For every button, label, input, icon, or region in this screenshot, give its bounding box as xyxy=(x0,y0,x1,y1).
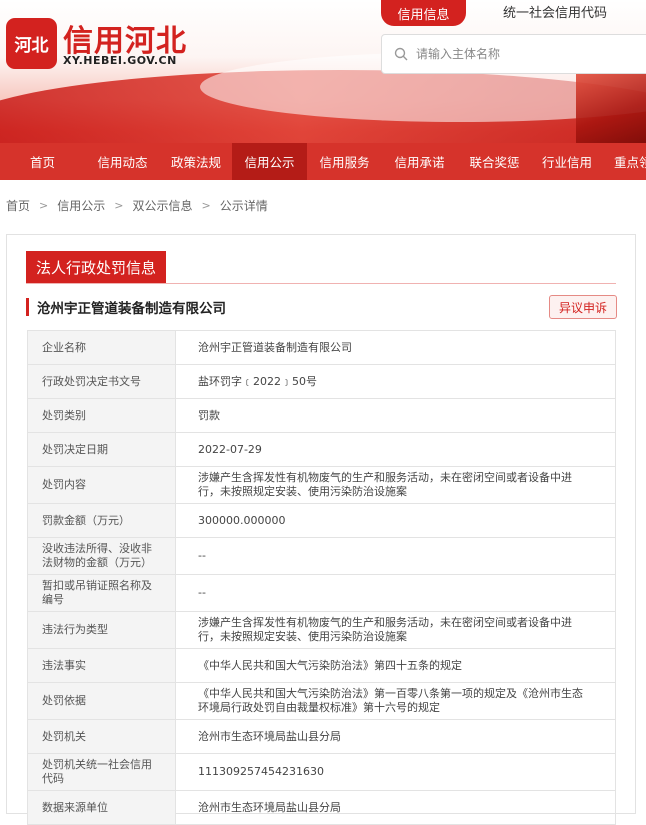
breadcrumb: 首页 > 信用公示 > 双公示信息 > 公示详情 xyxy=(6,197,268,214)
row-key: 数据来源单位 xyxy=(27,790,176,825)
section-divider xyxy=(26,283,616,284)
tab-unified-code[interactable]: 统一社会信用代码 xyxy=(503,2,607,21)
row-value: 盐环罚字﹝2022﹞50号 xyxy=(175,364,616,399)
chevron-right-icon: > xyxy=(114,199,124,212)
row-value: 涉嫌产生含挥发性有机物废气的生产和服务活动，未在密闭空间或者设备中进行，未按照规… xyxy=(175,611,616,649)
row-value: 涉嫌产生含挥发性有机物废气的生产和服务活动，未在密闭空间或者设备中进行，未按照规… xyxy=(175,466,616,504)
chevron-right-icon: > xyxy=(39,199,49,212)
row-value: 沧州市生态环境局盐山县分局 xyxy=(175,719,616,754)
site-logo-icon[interactable]: 河北 xyxy=(6,18,57,69)
table-row: 数据来源单位 沧州市生态环境局盐山县分局 xyxy=(27,790,616,825)
detail-card: 法人行政处罚信息 沧州宇正管道装备制造有限公司 异议申诉 企业名称 沧州宇正管道… xyxy=(6,234,636,825)
site-header: 河北 信用河北 XY.HEBEI.GOV.CN 信用信息 统一社会信用代码 xyxy=(0,0,646,143)
nav-item-industry-credit[interactable]: 行业信用 xyxy=(532,143,602,180)
row-value: 沧州宇正管道装备制造有限公司 xyxy=(175,330,616,365)
row-value: 沧州市生态环境局盐山县分局 xyxy=(175,790,616,825)
row-value: 罚款 xyxy=(175,398,616,433)
row-value: 《中华人民共和国大气污染防治法》第一百零八条第一项的规定及《沧州市生态环境局行政… xyxy=(175,682,616,720)
nav-item-home[interactable]: 首页 xyxy=(0,143,85,180)
search-box xyxy=(381,34,646,74)
table-row: 处罚机关统一社会信用代码 111309257454231630 xyxy=(27,753,616,791)
row-value: 《中华人民共和国大气污染防治法》第四十五条的规定 xyxy=(175,648,616,683)
table-row: 罚款金额（万元） 300000.000000 xyxy=(27,503,616,538)
table-row: 暂扣或吊销证照名称及编号 -- xyxy=(27,574,616,612)
table-row: 行政处罚决定书文号 盐环罚字﹝2022﹞50号 xyxy=(27,364,616,399)
table-row: 处罚决定日期 2022-07-29 xyxy=(27,432,616,467)
section-title: 法人行政处罚信息 xyxy=(26,251,167,283)
row-value: 2022-07-29 xyxy=(175,432,616,467)
company-name: 沧州宇正管道装备制造有限公司 xyxy=(26,298,226,317)
row-key: 企业名称 xyxy=(27,330,176,365)
header-banner-figures xyxy=(576,68,646,143)
table-row: 处罚内容 涉嫌产生含挥发性有机物废气的生产和服务活动，未在密闭空间或者设备中进行… xyxy=(27,466,616,504)
table-row: 企业名称 沧州宇正管道装备制造有限公司 xyxy=(27,330,616,365)
table-row: 没收违法所得、没收非法财物的金额（万元） -- xyxy=(27,537,616,575)
table-row: 违法行为类型 涉嫌产生含挥发性有机物废气的生产和服务活动，未在密闭空间或者设备中… xyxy=(27,611,616,649)
table-row: 处罚依据 《中华人民共和国大气污染防治法》第一百零八条第一项的规定及《沧州市生态… xyxy=(27,682,616,720)
nav-item-credit-publicity[interactable]: 信用公示 xyxy=(232,143,307,180)
row-key: 违法行为类型 xyxy=(27,611,176,649)
chevron-right-icon: > xyxy=(201,199,211,212)
penalty-detail-table: 企业名称 沧州宇正管道装备制造有限公司 行政处罚决定书文号 盐环罚字﹝2022﹞… xyxy=(27,330,616,825)
row-value: -- xyxy=(175,574,616,612)
table-row: 处罚类别 罚款 xyxy=(27,398,616,433)
table-row: 处罚机关 沧州市生态环境局盐山县分局 xyxy=(27,719,616,754)
main-nav: 首页 信用动态 政策法规 信用公示 信用服务 信用承诺 联合奖惩 行业信用 重点… xyxy=(0,143,646,180)
row-key: 处罚机关统一社会信用代码 xyxy=(27,753,176,791)
breadcrumb-home[interactable]: 首页 xyxy=(6,197,30,214)
row-key: 处罚决定日期 xyxy=(27,432,176,467)
row-value: 300000.000000 xyxy=(175,503,616,538)
row-key: 违法事实 xyxy=(27,648,176,683)
row-key: 处罚依据 xyxy=(27,682,176,720)
nav-item-key-areas[interactable]: 重点领 xyxy=(602,143,646,180)
breadcrumb-double-publicity[interactable]: 双公示信息 xyxy=(132,197,192,214)
table-row: 违法事实 《中华人民共和国大气污染防治法》第四十五条的规定 xyxy=(27,648,616,683)
row-key: 处罚内容 xyxy=(27,466,176,504)
objection-button[interactable]: 异议申诉 xyxy=(549,295,617,319)
tab-credit-info[interactable]: 信用信息 xyxy=(381,0,466,26)
row-key: 暂扣或吊销证照名称及编号 xyxy=(27,574,176,612)
nav-item-credit-promise[interactable]: 信用承诺 xyxy=(382,143,457,180)
nav-item-credit-service[interactable]: 信用服务 xyxy=(307,143,382,180)
row-key: 处罚类别 xyxy=(27,398,176,433)
row-key: 罚款金额（万元） xyxy=(27,503,176,538)
row-key: 没收违法所得、没收非法财物的金额（万元） xyxy=(27,537,176,575)
breadcrumb-current: 公示详情 xyxy=(219,199,268,213)
search-icon[interactable] xyxy=(394,47,408,61)
search-input[interactable] xyxy=(416,47,616,61)
nav-item-joint-reward[interactable]: 联合奖惩 xyxy=(457,143,532,180)
breadcrumb-credit-publicity[interactable]: 信用公示 xyxy=(57,197,105,214)
logo-glyph: 河北 xyxy=(14,36,49,56)
site-url: XY.HEBEI.GOV.CN xyxy=(63,54,177,67)
nav-item-policy[interactable]: 政策法规 xyxy=(160,143,232,180)
row-value: -- xyxy=(175,537,616,575)
row-key: 处罚机关 xyxy=(27,719,176,754)
row-value: 111309257454231630 xyxy=(175,753,616,791)
row-key: 行政处罚决定书文号 xyxy=(27,364,176,399)
nav-item-credit-news[interactable]: 信用动态 xyxy=(85,143,160,180)
